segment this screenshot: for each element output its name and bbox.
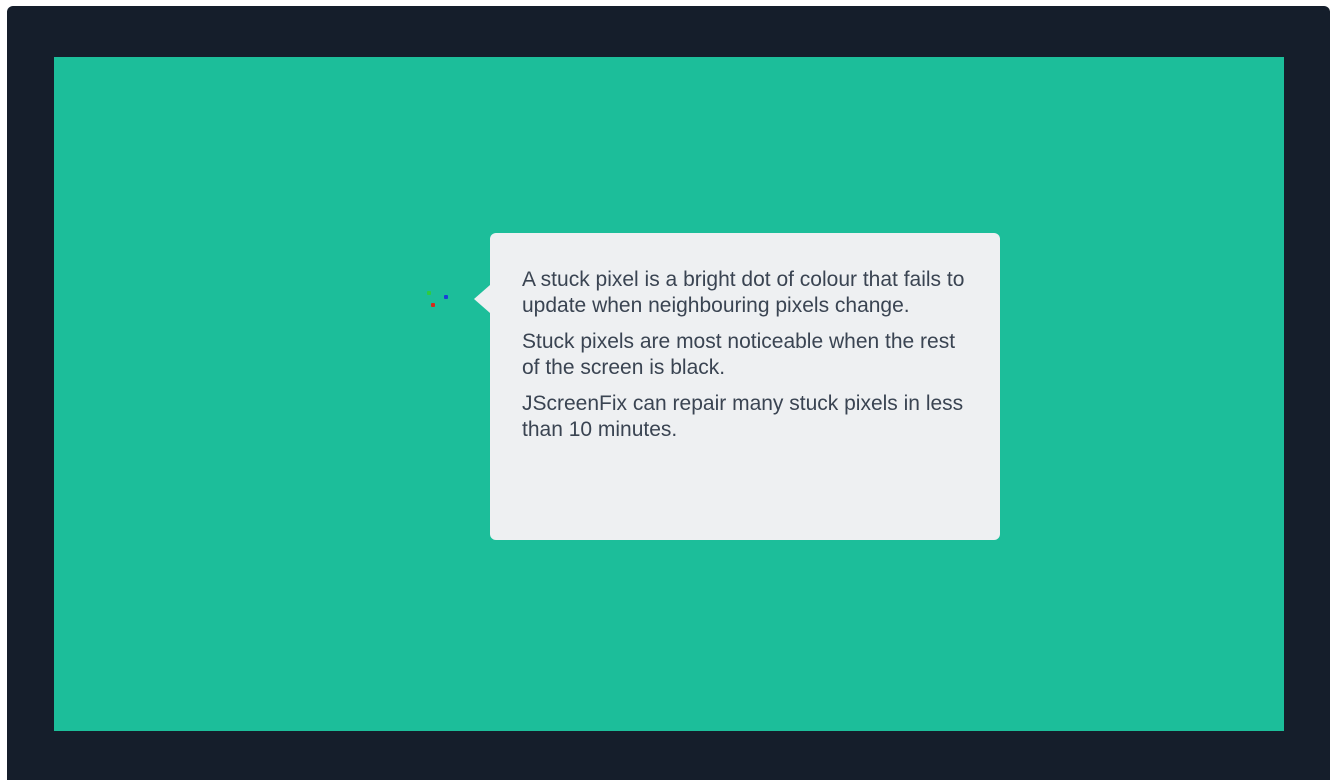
screen-display: A stuck pixel is a bright dot of colour … bbox=[54, 57, 1284, 731]
stuck-pixel-green bbox=[427, 291, 431, 295]
stuck-pixel-blue bbox=[444, 295, 448, 299]
tooltip-paragraph-1: A stuck pixel is a bright dot of colour … bbox=[522, 268, 965, 317]
tooltip-arrow-icon bbox=[474, 285, 490, 313]
stuck-pixel-red bbox=[431, 303, 435, 307]
tooltip-paragraph-2: Stuck pixels are most noticeable when th… bbox=[522, 330, 956, 379]
monitor-frame: A stuck pixel is a bright dot of colour … bbox=[7, 6, 1330, 780]
info-tooltip: A stuck pixel is a bright dot of colour … bbox=[474, 233, 1000, 540]
tooltip-paragraph-3: JScreenFix can repair many stuck pixels … bbox=[522, 392, 964, 441]
